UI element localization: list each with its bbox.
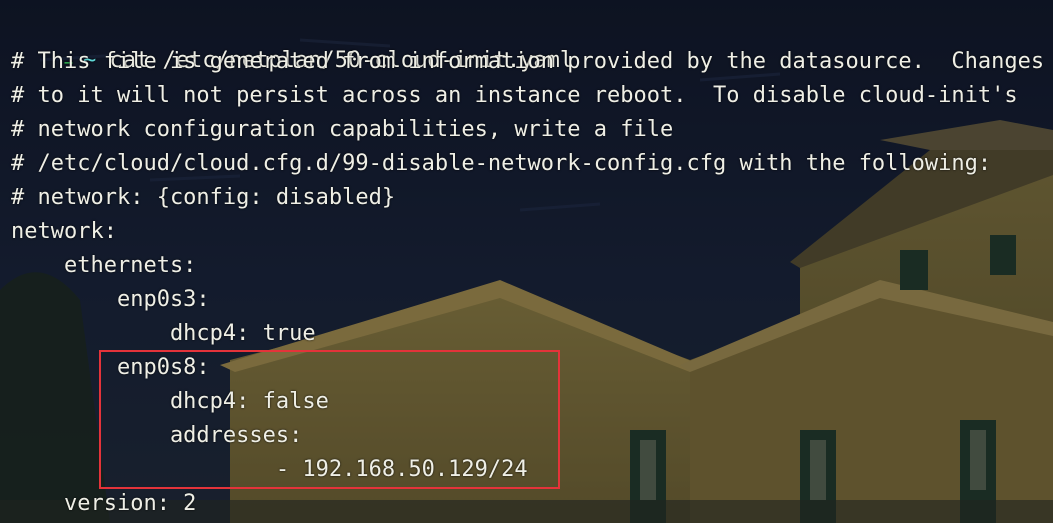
highlight-box: [99, 350, 560, 489]
output-line: network:: [11, 219, 117, 244]
output-line: version: 2: [11, 491, 197, 516]
output-line: # /etc/cloud/cloud.cfg.d/99-disable-netw…: [11, 151, 992, 176]
output-line: # This file is generated from informatio…: [11, 49, 1045, 74]
output-line: # to it will not persist across an insta…: [11, 83, 1018, 108]
output-line: ethernets:: [11, 253, 197, 278]
terminal-window[interactable]: → ~ cat /etc/netplan/50-cloud-init.yaml #…: [0, 0, 1053, 523]
output-line: # network configuration capabilities, wr…: [11, 117, 674, 142]
output-line: dhcp4: true: [11, 321, 316, 346]
output-line: # network: {config: disabled}: [11, 185, 396, 210]
prompt-line: → ~ cat /etc/netplan/50-cloud-init.yaml: [0, 10, 573, 73]
output-line: enp0s3:: [11, 287, 210, 312]
